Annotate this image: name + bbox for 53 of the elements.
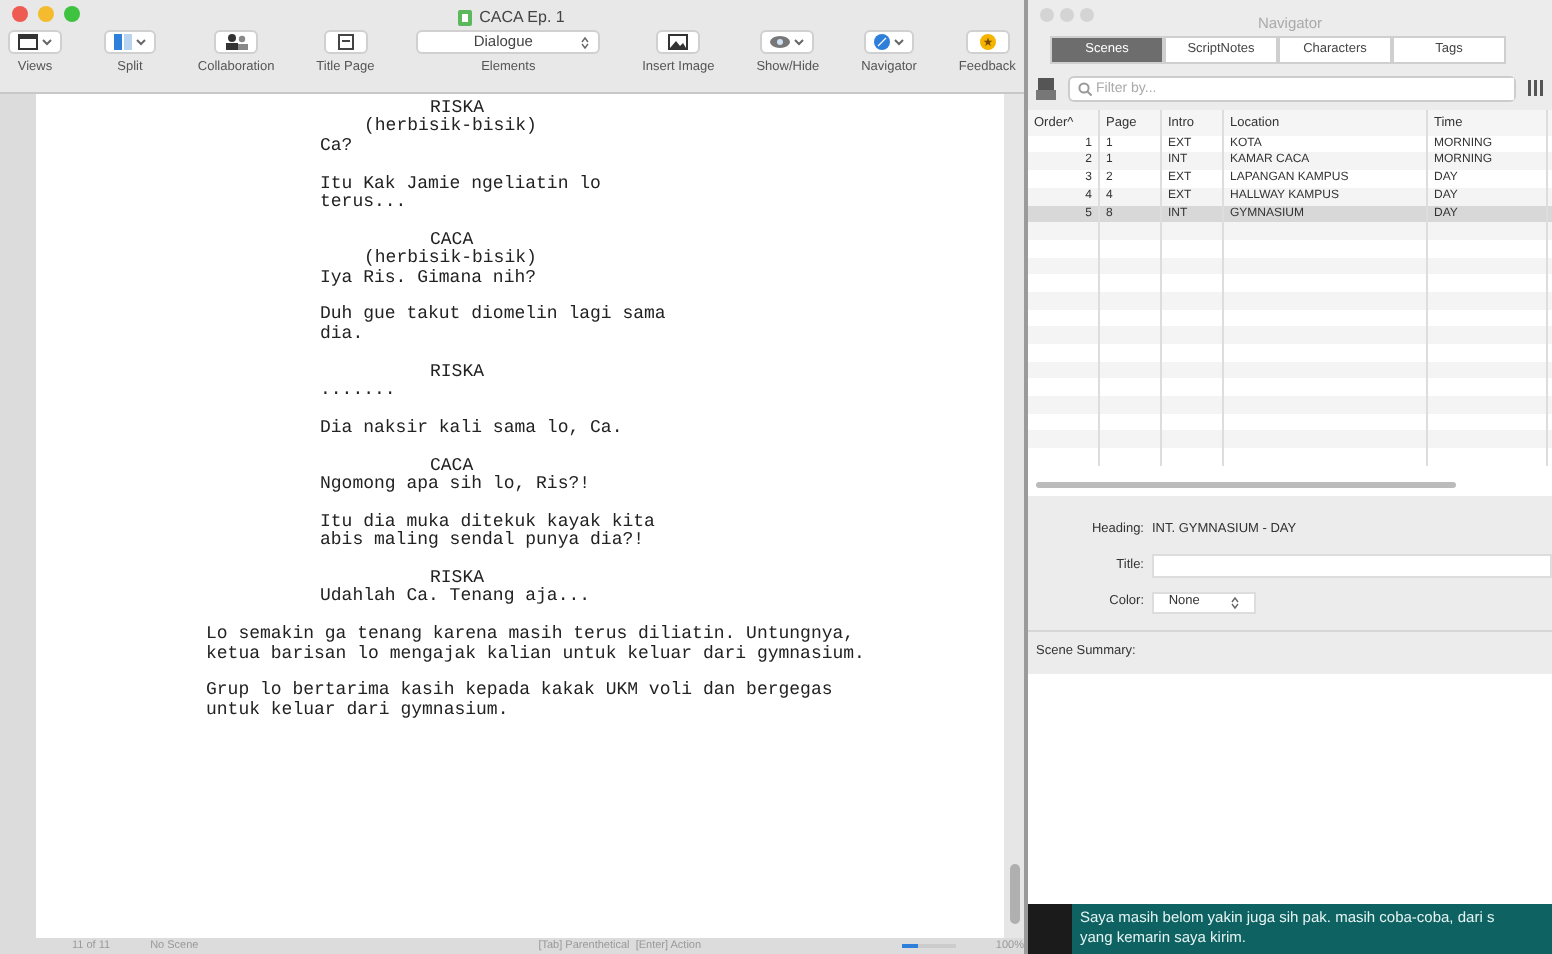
title-field[interactable]	[1152, 553, 1552, 577]
compass-icon	[874, 34, 890, 50]
document-icon	[457, 10, 472, 26]
image-icon	[668, 34, 689, 50]
character-name: RISKA	[430, 100, 485, 118]
dialogue-text: Udahlah Ca. Tenang aja...	[320, 588, 593, 608]
parenthetical-text: (herbisik-bisik)	[364, 118, 539, 138]
character-name: CACA	[430, 231, 474, 250]
action-text: Lo semakin ga tenang karena masih terus diliatin. Untungnya, ketua barisan lo mengajak kalian untuk keluar dari gymnasium.	[206, 626, 867, 665]
caret-icon	[135, 38, 146, 46]
eye-icon	[770, 34, 791, 50]
dialogue-text: Ca?	[320, 137, 355, 157]
parenthetical-text: (herbisik-bisik)	[364, 250, 539, 269]
action-text: Grup lo bertarima kasih kepada kakak UKM voli dan bergegas untuk keluar dari gymnasium.	[206, 682, 835, 721]
stepper-icon	[580, 35, 591, 49]
dialogue-text: .......	[320, 382, 398, 401]
scrollbar-thumb[interactable]	[1036, 481, 1456, 488]
dialogue-text: Duh gue takut diomelin lagi sama dia.	[320, 306, 668, 345]
people-icon	[225, 34, 248, 50]
window-title: CACA Ep. 1	[479, 6, 565, 30]
page-icon	[337, 34, 354, 50]
character-name: CACA	[430, 457, 474, 476]
star-icon	[979, 34, 996, 50]
csv-export-icon[interactable]	[1036, 77, 1056, 100]
image-button[interactable]	[656, 30, 701, 54]
split-button[interactable]	[103, 30, 156, 54]
compass-button[interactable]	[864, 30, 914, 54]
caret-icon	[894, 38, 904, 46]
columns-icon[interactable]	[1528, 80, 1544, 97]
thumbnail	[1028, 904, 1072, 954]
page-button[interactable]	[323, 30, 368, 54]
window-button[interactable]	[8, 30, 62, 54]
close-button[interactable]	[12, 6, 28, 22]
dialogue-text: Iya Ris. Gimana nih?	[320, 269, 539, 289]
character-name: RISKA	[430, 570, 485, 589]
caret-icon	[42, 38, 52, 46]
star-button[interactable]	[965, 30, 1010, 54]
window-icon	[18, 34, 38, 50]
search-icon	[1078, 81, 1092, 96]
scrollbar-thumb[interactable]	[1009, 864, 1019, 924]
minimize-button[interactable]	[38, 6, 54, 22]
split-icon	[113, 34, 132, 50]
summary-field[interactable]	[1028, 674, 1552, 904]
character-name: RISKA	[430, 363, 487, 383]
dialogue-text: Ngomong apa sih lo, Ris?!	[320, 476, 593, 495]
zoom-button[interactable]	[64, 6, 80, 22]
people-button[interactable]	[214, 30, 259, 54]
caret-icon	[794, 38, 805, 46]
dialogue-text: Dia naksir kali sama lo, Ca.	[320, 419, 625, 439]
dialogue-text: Itu Kak Jamie ngeliatin lo terus...	[320, 175, 603, 213]
dialogue-text: Itu dia muka ditekuk kayak kita abis maling sendal punya dia?!	[320, 513, 657, 552]
eye-button[interactable]	[760, 30, 815, 54]
stepper-icon	[1229, 595, 1240, 609]
